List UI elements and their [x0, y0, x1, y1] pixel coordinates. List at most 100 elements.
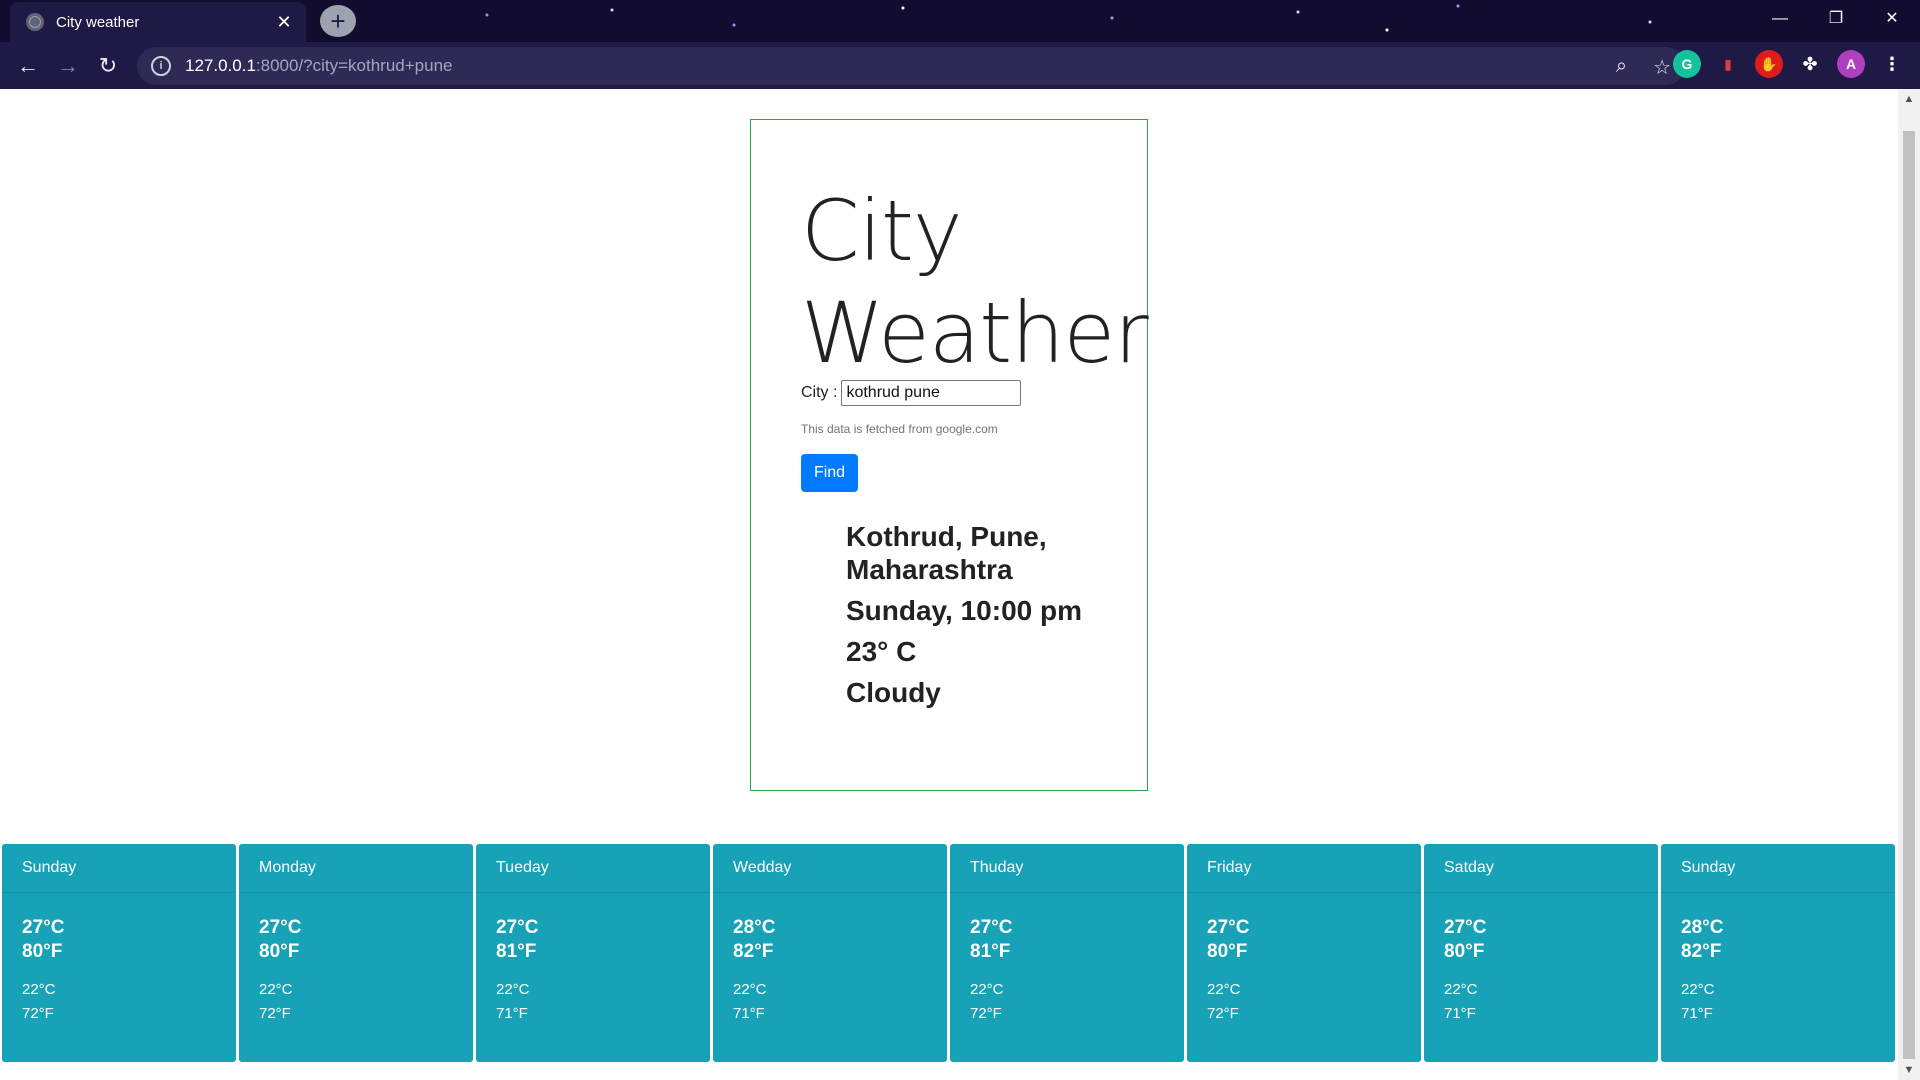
menu-icon[interactable]: ⋮: [1878, 50, 1906, 78]
info-icon[interactable]: i: [151, 56, 171, 76]
title-line-2: Weather: [801, 284, 1149, 382]
high-f: 80°F: [22, 941, 63, 962]
page-scrollbar[interactable]: ▲ ▼: [1898, 89, 1920, 1080]
forecast-low: 22°C 72°F: [970, 978, 1004, 1026]
browser-toolbar: ← → ↻ i 127.0.0.1:8000/?city=kothrud+pun…: [0, 42, 1920, 89]
weather-search-card: City Weather City : This data is fetched…: [750, 119, 1149, 791]
stop-ext-icon[interactable]: ✋: [1755, 50, 1783, 78]
page-title: City Weather: [801, 180, 1149, 384]
forecast-low: 22°C 71°F: [496, 978, 530, 1026]
bookmark-ext-icon[interactable]: ▮: [1714, 50, 1742, 78]
close-window-icon[interactable]: ✕: [1864, 0, 1920, 38]
high-f: 80°F: [1444, 941, 1485, 962]
result-temperature: 23° C: [846, 636, 917, 667]
title-line-1: City: [801, 182, 963, 280]
puzzle-icon[interactable]: ✤: [1796, 50, 1824, 78]
forecast-high: 28°C 82°F: [733, 916, 775, 964]
browser-tab[interactable]: City weather ✕: [10, 2, 306, 42]
low-c: 22°C: [1207, 981, 1241, 998]
forecast-low: 22°C 71°F: [1681, 978, 1715, 1026]
browser-tab-bar: City weather ✕ + — ❐ ✕: [0, 0, 1920, 42]
globe-icon: [26, 13, 44, 31]
reload-icon[interactable]: ↻: [88, 53, 128, 79]
high-c: 27°C: [496, 917, 539, 938]
address-bar[interactable]: i 127.0.0.1:8000/?city=kothrud+pune ⌕ ☆: [137, 47, 1685, 85]
forecast-day: Sunday: [1661, 844, 1895, 893]
find-button[interactable]: Find: [801, 454, 858, 492]
low-f: 71°F: [1444, 1005, 1476, 1022]
forecast-high: 27°C 80°F: [1444, 916, 1486, 964]
city-input[interactable]: [841, 380, 1022, 406]
weather-result: Kothrud, Pune, Maharashtra Sunday, 10:00…: [846, 520, 1126, 709]
high-c: 27°C: [22, 917, 65, 938]
low-c: 22°C: [1444, 981, 1478, 998]
forecast-card: Satday 27°C 80°F 22°C 71°F: [1424, 844, 1658, 1062]
high-c: 28°C: [733, 917, 776, 938]
new-tab-button[interactable]: +: [320, 5, 356, 37]
forecast-card: Sunday 27°C 80°F 22°C 72°F: [2, 844, 236, 1062]
high-c: 28°C: [1681, 917, 1724, 938]
low-f: 72°F: [259, 1005, 291, 1022]
forecast-high: 27°C 80°F: [1207, 916, 1249, 964]
forecast-card: Monday 27°C 80°F 22°C 72°F: [239, 844, 473, 1062]
scroll-down-icon[interactable]: ▼: [1898, 1064, 1920, 1076]
low-c: 22°C: [22, 981, 56, 998]
forecast-day: Sunday: [2, 844, 236, 893]
city-row: City :: [801, 380, 1022, 406]
city-label: City :: [801, 384, 838, 401]
forecast-card: Sunday 28°C 82°F 22°C 71°F: [1661, 844, 1895, 1062]
forecast-low: 22°C 72°F: [22, 978, 56, 1026]
low-f: 72°F: [970, 1005, 1002, 1022]
minimize-icon[interactable]: —: [1752, 0, 1808, 38]
high-f: 81°F: [970, 941, 1011, 962]
bookmark-star-icon[interactable]: ☆: [1653, 55, 1671, 80]
forecast-day: Tueday: [476, 844, 710, 893]
extensions-area: G ▮ ✋ ✤ A ⋮: [1673, 50, 1906, 78]
close-tab-icon[interactable]: ✕: [272, 12, 296, 33]
low-f: 71°F: [733, 1005, 765, 1022]
avatar[interactable]: A: [1837, 50, 1865, 78]
forecast-day: Thuday: [950, 844, 1184, 893]
high-f: 81°F: [496, 941, 537, 962]
forecast-low: 22°C 71°F: [1444, 978, 1478, 1026]
restore-icon[interactable]: ❐: [1808, 0, 1864, 38]
source-note: This data is fetched from google.com: [801, 422, 998, 436]
forecast-card: Wedday 28°C 82°F 22°C 71°F: [713, 844, 947, 1062]
url-host: 127.0.0.1: [185, 56, 256, 75]
forecast-card: Friday 27°C 80°F 22°C 72°F: [1187, 844, 1421, 1062]
grammarly-icon[interactable]: G: [1673, 50, 1701, 78]
forecast-card: Thuday 27°C 81°F 22°C 72°F: [950, 844, 1184, 1062]
high-c: 27°C: [970, 917, 1013, 938]
scrollbar-thumb[interactable]: [1903, 131, 1915, 1059]
forecast-day: Monday: [239, 844, 473, 893]
forward-icon[interactable]: →: [48, 53, 88, 79]
forecast-low: 22°C 72°F: [259, 978, 293, 1026]
forecast-card: Tueday 27°C 81°F 22°C 71°F: [476, 844, 710, 1062]
low-c: 22°C: [496, 981, 530, 998]
low-c: 22°C: [970, 981, 1004, 998]
forecast-low: 22°C 71°F: [733, 978, 767, 1026]
low-f: 71°F: [496, 1005, 528, 1022]
high-c: 27°C: [259, 917, 302, 938]
high-f: 80°F: [1207, 941, 1248, 962]
back-icon[interactable]: ←: [8, 53, 48, 79]
zoom-icon[interactable]: ⌕: [1616, 55, 1627, 80]
result-datetime: Sunday, 10:00 pm: [846, 595, 1083, 626]
forecast-high: 28°C 82°F: [1681, 916, 1723, 964]
forecast-strip: Sunday 27°C 80°F 22°C 72°F Monday 27°C 80°F…: [2, 844, 1895, 1062]
low-c: 22°C: [259, 981, 293, 998]
page-content: City Weather City : This data is fetched…: [0, 89, 1898, 1080]
high-f: 82°F: [733, 941, 774, 962]
scroll-up-icon[interactable]: ▲: [1898, 93, 1920, 105]
high-f: 80°F: [259, 941, 300, 962]
window-controls: — ❐ ✕: [1752, 0, 1920, 38]
result-location: Kothrud, Pune, Maharashtra: [846, 521, 1047, 585]
tab-title: City weather: [56, 13, 140, 31]
low-f: 72°F: [22, 1005, 54, 1022]
low-f: 71°F: [1681, 1005, 1713, 1022]
low-f: 72°F: [1207, 1005, 1239, 1022]
forecast-day: Wedday: [713, 844, 947, 893]
high-c: 27°C: [1444, 917, 1487, 938]
forecast-high: 27°C 80°F: [22, 916, 64, 964]
high-f: 82°F: [1681, 941, 1722, 962]
